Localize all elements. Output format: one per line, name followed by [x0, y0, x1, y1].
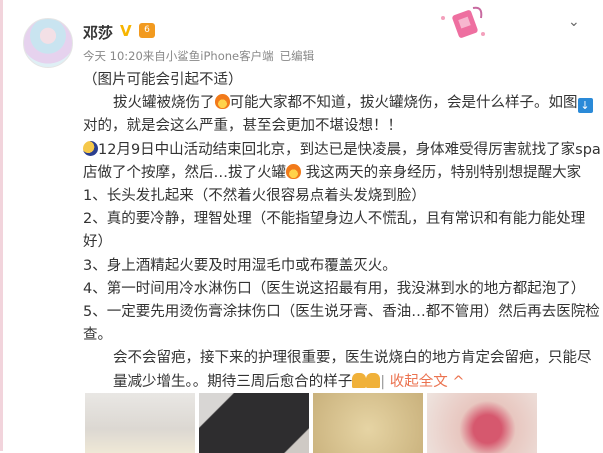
post-line: 5、一定要先用烫伤膏涂抹伤口（医生说牙膏、香油…都不管用）然后再去医院检查。 — [83, 304, 600, 344]
post-line: 3、身上酒精起火要及时用湿毛巾或布覆盖灭火。 — [83, 257, 397, 274]
fire-emoji-icon — [286, 163, 301, 179]
post-source: 来自小鲨鱼iPhone客户端 — [142, 49, 274, 63]
post-image[interactable] — [85, 393, 195, 453]
down-arrow-emoji-icon: ↓ — [577, 98, 593, 114]
post-time[interactable]: 今天 10:20 — [83, 49, 143, 63]
post-line: 拔火罐被烧伤了 可能大家都不知道，拔火罐烧伤，会是什么样子。如图 ↓ — [83, 92, 603, 115]
post-line: （图片可能会引起不适） — [83, 72, 243, 88]
post-image[interactable] — [427, 393, 537, 453]
post-meta: 今天 10:20来自小鲨鱼iPhone客户端 已编辑 — [83, 48, 320, 64]
edited-label[interactable]: 已编辑 — [280, 49, 315, 63]
post-line: 12月9日中山活动结束回北京，到达已是快凌晨，身体难受得厉害就找了家spa店做了… — [83, 140, 601, 181]
pray-emoji-icon — [352, 372, 367, 388]
post-image[interactable] — [313, 393, 423, 453]
member-crown-icon[interactable]: 6 — [139, 23, 155, 38]
avatar[interactable] — [23, 18, 73, 68]
user-name[interactable]: 邓莎 — [83, 22, 113, 43]
post-line: 会不会留疤，接下来的护理很重要，医生说烧白的地方肯定会留疤，只能尽量减少增生。。… — [113, 350, 592, 390]
post-line: 1、长头发扎起来（不然着火很容易点着头发烧到脸） — [83, 188, 426, 205]
chevron-down-icon[interactable]: ⌄ — [568, 14, 580, 30]
moon-emoji-icon — [83, 140, 98, 156]
image-grid — [85, 393, 537, 453]
post-image[interactable] — [199, 393, 309, 453]
collapse-full-text-link[interactable]: 收起全文 ^ — [390, 374, 465, 390]
post-line: 对的，就是会这么严重，甚至会更加不堪设想！！ — [83, 118, 402, 135]
gift-decoration-icon — [441, 6, 485, 38]
fire-emoji-icon — [214, 94, 230, 110]
post-line: 2、真的要冷静，理智处理（不能指望身边人不慌乱，且有常识和有能力能处理好） — [83, 211, 586, 251]
post-line: 4、第一时间用冷水淋伤口（医生说这招最有用，我没淋到水的地方都起泡了） — [83, 280, 586, 297]
pray-emoji-icon — [366, 372, 381, 388]
verified-icon: V — [120, 22, 132, 40]
post-body: （图片可能会引起不适） 拔火罐被烧伤了 可能大家都不知道，拔火罐烧伤，会是什么样子… — [83, 69, 603, 394]
